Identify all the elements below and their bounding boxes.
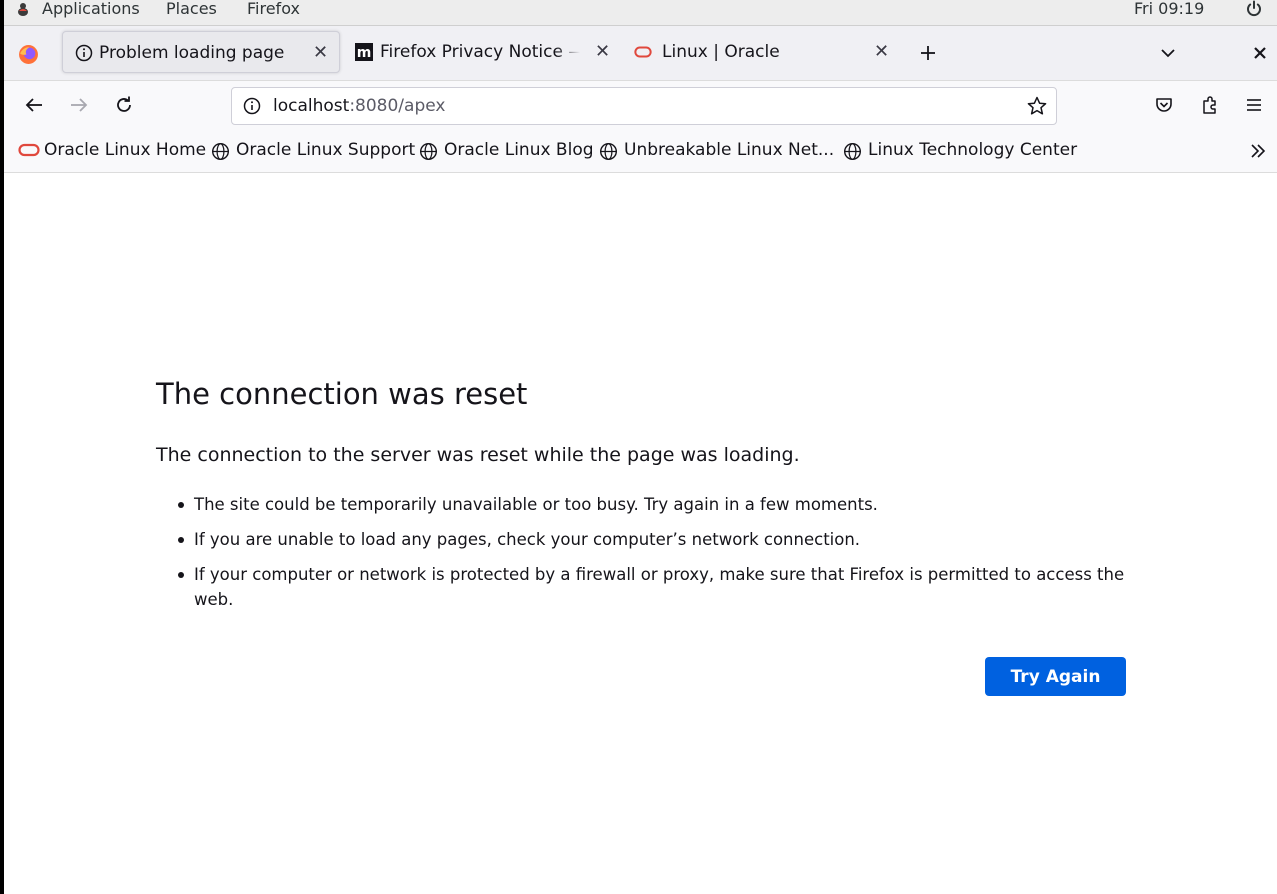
oracle-icon [634,46,652,58]
bookmark-unbreakable-linux-network[interactable]: Unbreakable Linux Net... [599,129,834,172]
applications-menu[interactable]: Applications [42,0,140,18]
error-suggestions-list: The site could be temporarily unavailabl… [156,492,1136,622]
puzzle-icon [1203,96,1216,114]
applications-icon[interactable] [15,1,31,17]
list-item: The site could be temporarily unavailabl… [156,492,1136,517]
page-content: The connection was reset The connection … [4,173,1277,894]
extensions-button[interactable] [1196,91,1224,119]
bookmark-linux-technology-center[interactable]: Linux Technology Center [843,129,1077,172]
list-item: If you are unable to load any pages, che… [156,527,1136,552]
browser-window: Applications Places Firefox Fri 09:19 Pr… [4,0,1277,894]
globe-icon [843,142,862,161]
pocket-button[interactable] [1150,91,1178,119]
reload-icon [117,96,131,112]
bookmark-label: Unbreakable Linux Net... [624,140,835,160]
url-path: :8080/apex [349,96,446,116]
bookmark-label: Linux Technology Center [868,140,1078,160]
tab-close-icon[interactable]: ✕ [313,32,328,72]
forward-button[interactable] [65,91,93,119]
tab-label: Problem loading page [99,43,285,63]
list-all-tabs-button[interactable] [1154,38,1182,68]
places-menu[interactable]: Places [166,0,217,18]
tab-label: Firefox Privacy Notice — M [380,42,580,62]
tab-close-icon[interactable]: ✕ [874,31,889,73]
firefox-logo-icon[interactable] [18,44,39,65]
pocket-icon [1156,98,1172,112]
bookmark-oracle-linux-home[interactable]: Oracle Linux Home [18,129,207,172]
app-menu-button[interactable] [1240,91,1268,119]
bookmark-oracle-linux-support[interactable]: Oracle Linux Support [211,129,415,172]
bookmark-label: Oracle Linux Home [44,140,207,160]
bookmarks-toolbar: Oracle Linux Home Oracle Linux Support O… [4,129,1277,173]
tab-linux-oracle[interactable]: Linux | Oracle ✕ [624,31,899,73]
site-info-icon[interactable] [243,97,261,115]
bookmark-label: Oracle Linux Support [236,140,416,160]
bookmark-star-icon[interactable] [1027,96,1047,116]
firefox-menu[interactable]: Firefox [247,0,300,18]
tab-strip: Problem loading page ✕ m Firefox Privacy… [4,26,1277,81]
close-window-button[interactable] [1248,38,1272,68]
globe-icon [419,142,438,161]
more-bookmarks-button[interactable] [1244,137,1272,165]
chevron-down-icon [1161,49,1175,58]
navigation-toolbar: localhost:8080/apex [4,81,1277,129]
clock[interactable]: Fri 09:19 [1134,0,1204,18]
info-icon [75,44,93,62]
double-chevron-right-icon [1251,144,1266,158]
url-text[interactable]: localhost:8080/apex [273,88,445,124]
bookmark-label: Oracle Linux Blog [444,140,594,160]
arrow-right-icon [71,98,88,112]
tab-privacy-notice[interactable]: m Firefox Privacy Notice — M ✕ [344,31,612,73]
svg-text:m: m [357,45,372,61]
list-item: If your computer or network is protected… [156,562,1136,612]
bookmark-oracle-linux-blog[interactable]: Oracle Linux Blog [419,129,594,172]
tab-label: Linux | Oracle [662,42,780,62]
oracle-icon [18,143,40,157]
error-title: The connection was reset [156,377,528,411]
close-icon [1254,47,1266,59]
system-top-bar: Applications Places Firefox Fri 09:19 [4,0,1277,26]
globe-icon [211,142,230,161]
reload-button[interactable] [110,91,138,119]
try-again-button[interactable]: Try Again [985,657,1126,696]
new-tab-button[interactable] [914,38,942,68]
url-bar[interactable]: localhost:8080/apex [231,87,1057,125]
arrow-left-icon [25,98,42,112]
power-icon[interactable] [1245,0,1263,18]
back-button[interactable] [20,91,48,119]
hamburger-icon [1247,99,1261,111]
plus-icon [921,46,935,60]
globe-icon [599,142,618,161]
tab-close-icon[interactable]: ✕ [595,31,610,73]
mozilla-m-icon: m [355,43,373,61]
error-description: The connection to the server was reset w… [156,444,800,466]
url-host: localhost [273,96,350,116]
tab-problem-loading[interactable]: Problem loading page ✕ [62,31,340,73]
